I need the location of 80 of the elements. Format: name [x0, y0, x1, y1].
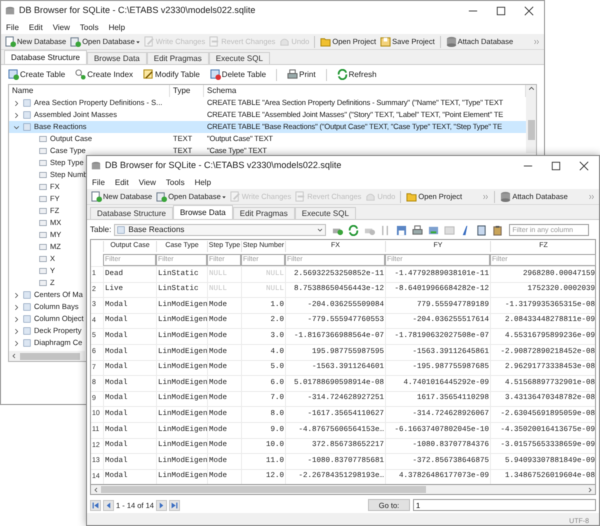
tab[interactable]: Browse Data [86, 52, 147, 64]
folder-icon [320, 36, 332, 47]
column-header[interactable]: Name [9, 85, 170, 97]
maximize-icon[interactable] [551, 161, 561, 171]
pencil-page-icon [144, 36, 155, 47]
refresh-icon [336, 69, 348, 80]
tab[interactable]: Edit Pragmas [146, 52, 209, 64]
pencil-page-icon [230, 191, 241, 202]
next-page-button[interactable] [156, 500, 167, 511]
menu-item[interactable]: File [92, 176, 105, 188]
table-plus-icon [8, 69, 19, 80]
table-pencil-icon [143, 69, 154, 80]
first-page-button[interactable] [90, 500, 101, 511]
scroll-thumb[interactable] [528, 120, 534, 140]
menu-item[interactable]: Tools [80, 22, 99, 34]
tab[interactable]: Execute SQL [208, 52, 270, 64]
window-title: DB Browser for SQLite - C:\ETABS v2330\models022.sqlite [105, 159, 342, 172]
chevron-down-icon [317, 227, 324, 233]
menu-item[interactable]: Help [108, 22, 126, 34]
folder-icon [406, 191, 418, 202]
toolbar-button[interactable]: Create Index [75, 68, 134, 80]
previous-page-button[interactable] [103, 500, 114, 511]
save-table-icon[interactable] [396, 224, 408, 236]
menu-item[interactable]: View [138, 176, 156, 188]
chevron-down-icon[interactable] [13, 124, 20, 130]
printer-icon [287, 69, 298, 80]
box-icon [380, 36, 392, 47]
tab[interactable]: Browse Data [172, 205, 233, 219]
caret-icon [222, 194, 226, 198]
toolbar-button[interactable]: Print [287, 68, 316, 80]
table-icon [117, 226, 126, 234]
last-page-button[interactable] [168, 500, 180, 511]
tab[interactable]: Edit Pragmas [232, 207, 295, 219]
menu-item[interactable]: Help [194, 176, 212, 188]
chevron-left-icon[interactable] [11, 353, 17, 359]
document-icon[interactable] [476, 224, 488, 236]
caret-icon [136, 40, 140, 44]
tab[interactable]: Execute SQL [294, 207, 356, 219]
database-icon [500, 191, 512, 202]
scrollbar[interactable] [526, 85, 536, 153]
table-dropdown[interactable]: Base Reactions [114, 224, 326, 236]
database-icon [5, 6, 15, 16]
scrollbar[interactable] [9, 351, 85, 361]
table-minus-icon [210, 69, 221, 80]
tab[interactable]: Database Structure [90, 207, 173, 219]
column-header[interactable]: Type [170, 85, 204, 97]
field-label: Table: [90, 224, 112, 236]
database-icon [446, 36, 457, 47]
overflow-icon[interactable] [483, 194, 490, 200]
overflow-icon[interactable] [589, 194, 595, 200]
toolbar-button[interactable]: Create Table [8, 68, 66, 80]
clipboard-icon[interactable] [492, 224, 504, 236]
window-title: DB Browser for SQLite - C:\ETABS v2330\models022.sqlite [19, 4, 256, 18]
toolbar-button[interactable]: Modify Table [143, 68, 200, 80]
maximize-icon[interactable] [496, 6, 506, 16]
refresh-icon[interactable] [348, 224, 360, 236]
toolbar-button[interactable]: Delete Table [210, 68, 266, 80]
chevron-right-icon[interactable] [587, 486, 593, 493]
scrollbar[interactable] [90, 485, 596, 496]
toolbar-button[interactable]: Refresh [336, 68, 377, 80]
menu-item[interactable]: File [6, 22, 19, 34]
scroll-thumb[interactable] [101, 486, 426, 494]
tab[interactable]: Database Structure [4, 50, 87, 64]
scroll-thumb[interactable] [20, 352, 80, 360]
menu-item[interactable]: View [52, 22, 70, 34]
chevron-up-icon[interactable] [528, 85, 534, 92]
printer-icon[interactable] [412, 224, 424, 236]
menu-item[interactable]: Edit [28, 22, 43, 34]
previous-page-icon [105, 502, 112, 509]
database-icon [91, 161, 101, 171]
record-insert-icon[interactable] [428, 224, 440, 236]
overflow-icon[interactable] [534, 38, 540, 44]
menu-item[interactable]: Edit [114, 176, 129, 188]
close-icon[interactable] [579, 161, 589, 171]
menu-item[interactable]: Tools [166, 176, 185, 188]
last-page-icon [170, 502, 178, 509]
close-icon[interactable] [524, 6, 534, 16]
chevron-left-icon[interactable] [93, 486, 99, 493]
first-page-icon [92, 502, 99, 509]
next-page-icon [158, 502, 165, 509]
